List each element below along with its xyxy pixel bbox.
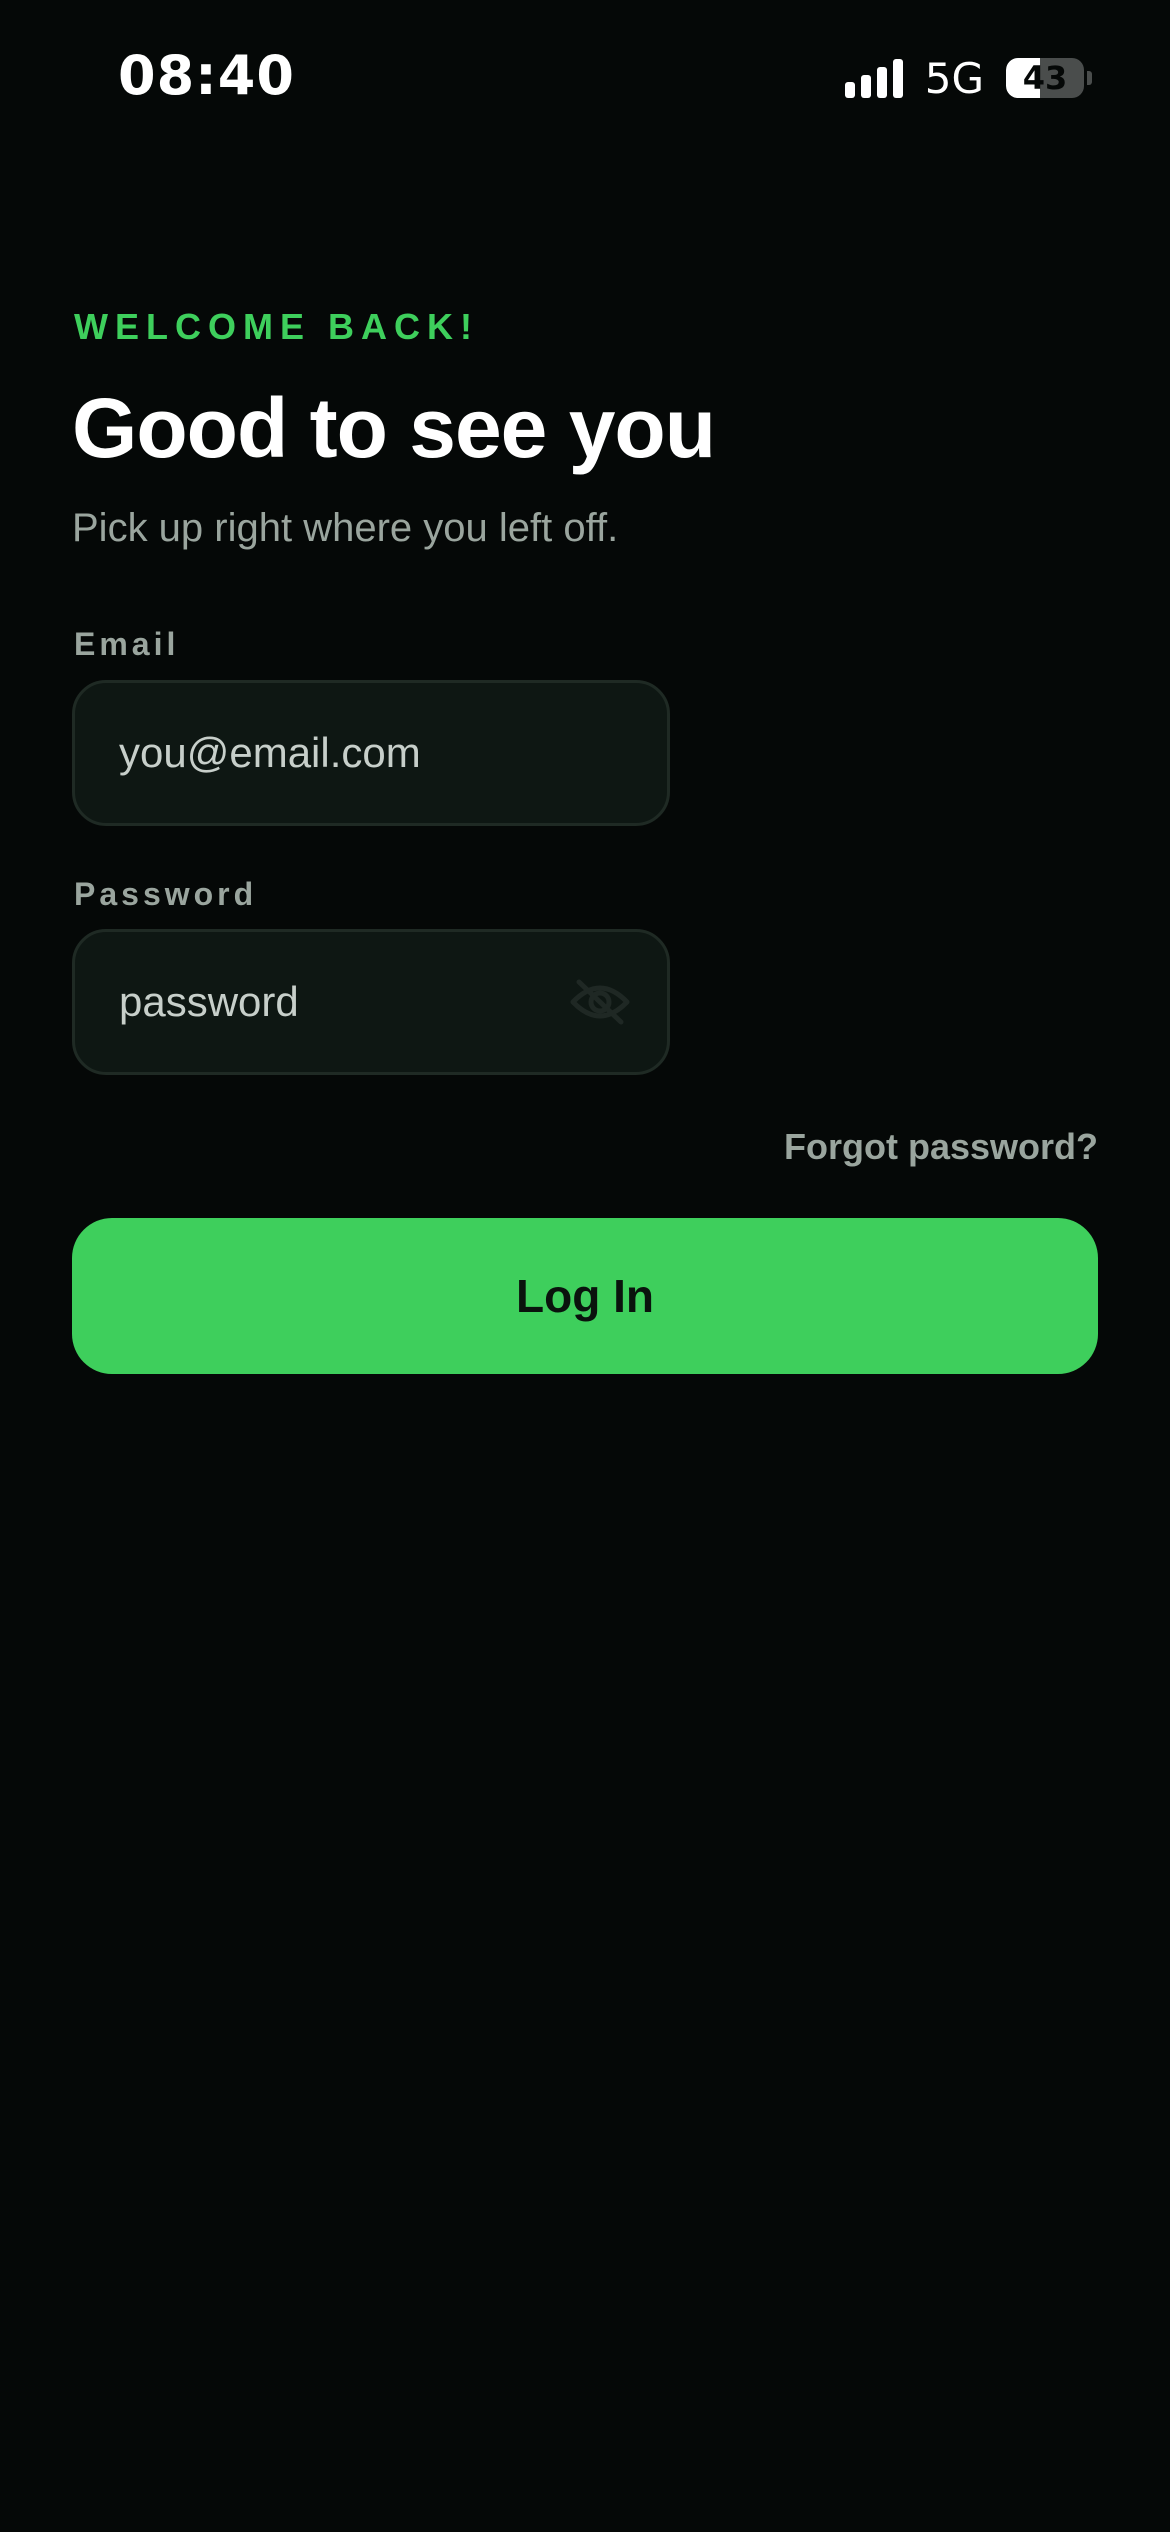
battery-nub (1087, 71, 1092, 85)
forgot-password-link[interactable]: Forgot password? (784, 1126, 1098, 1168)
signal-icon (844, 58, 903, 98)
battery-icon: 43 (1006, 58, 1084, 98)
email-field[interactable] (119, 683, 579, 823)
page-title: Good to see you (72, 381, 716, 475)
password-label: Password (74, 876, 258, 912)
status-bar: 08:40 5G 43 (0, 0, 1170, 150)
password-field[interactable] (119, 932, 579, 1072)
page-subtitle: Pick up right where you left off. (72, 506, 619, 550)
email-label: Email (74, 626, 180, 662)
password-field-container (72, 929, 670, 1075)
email-field-container (72, 680, 670, 826)
welcome-eyebrow: WELCOME BACK! (74, 306, 479, 347)
status-indicators: 5G 43 (844, 53, 1092, 103)
status-time: 08:40 (118, 44, 295, 107)
battery-level: 43 (1022, 59, 1068, 97)
login-button[interactable]: Log In (72, 1218, 1098, 1374)
network-label: 5G (924, 53, 984, 103)
eye-off-icon[interactable] (569, 976, 631, 1028)
